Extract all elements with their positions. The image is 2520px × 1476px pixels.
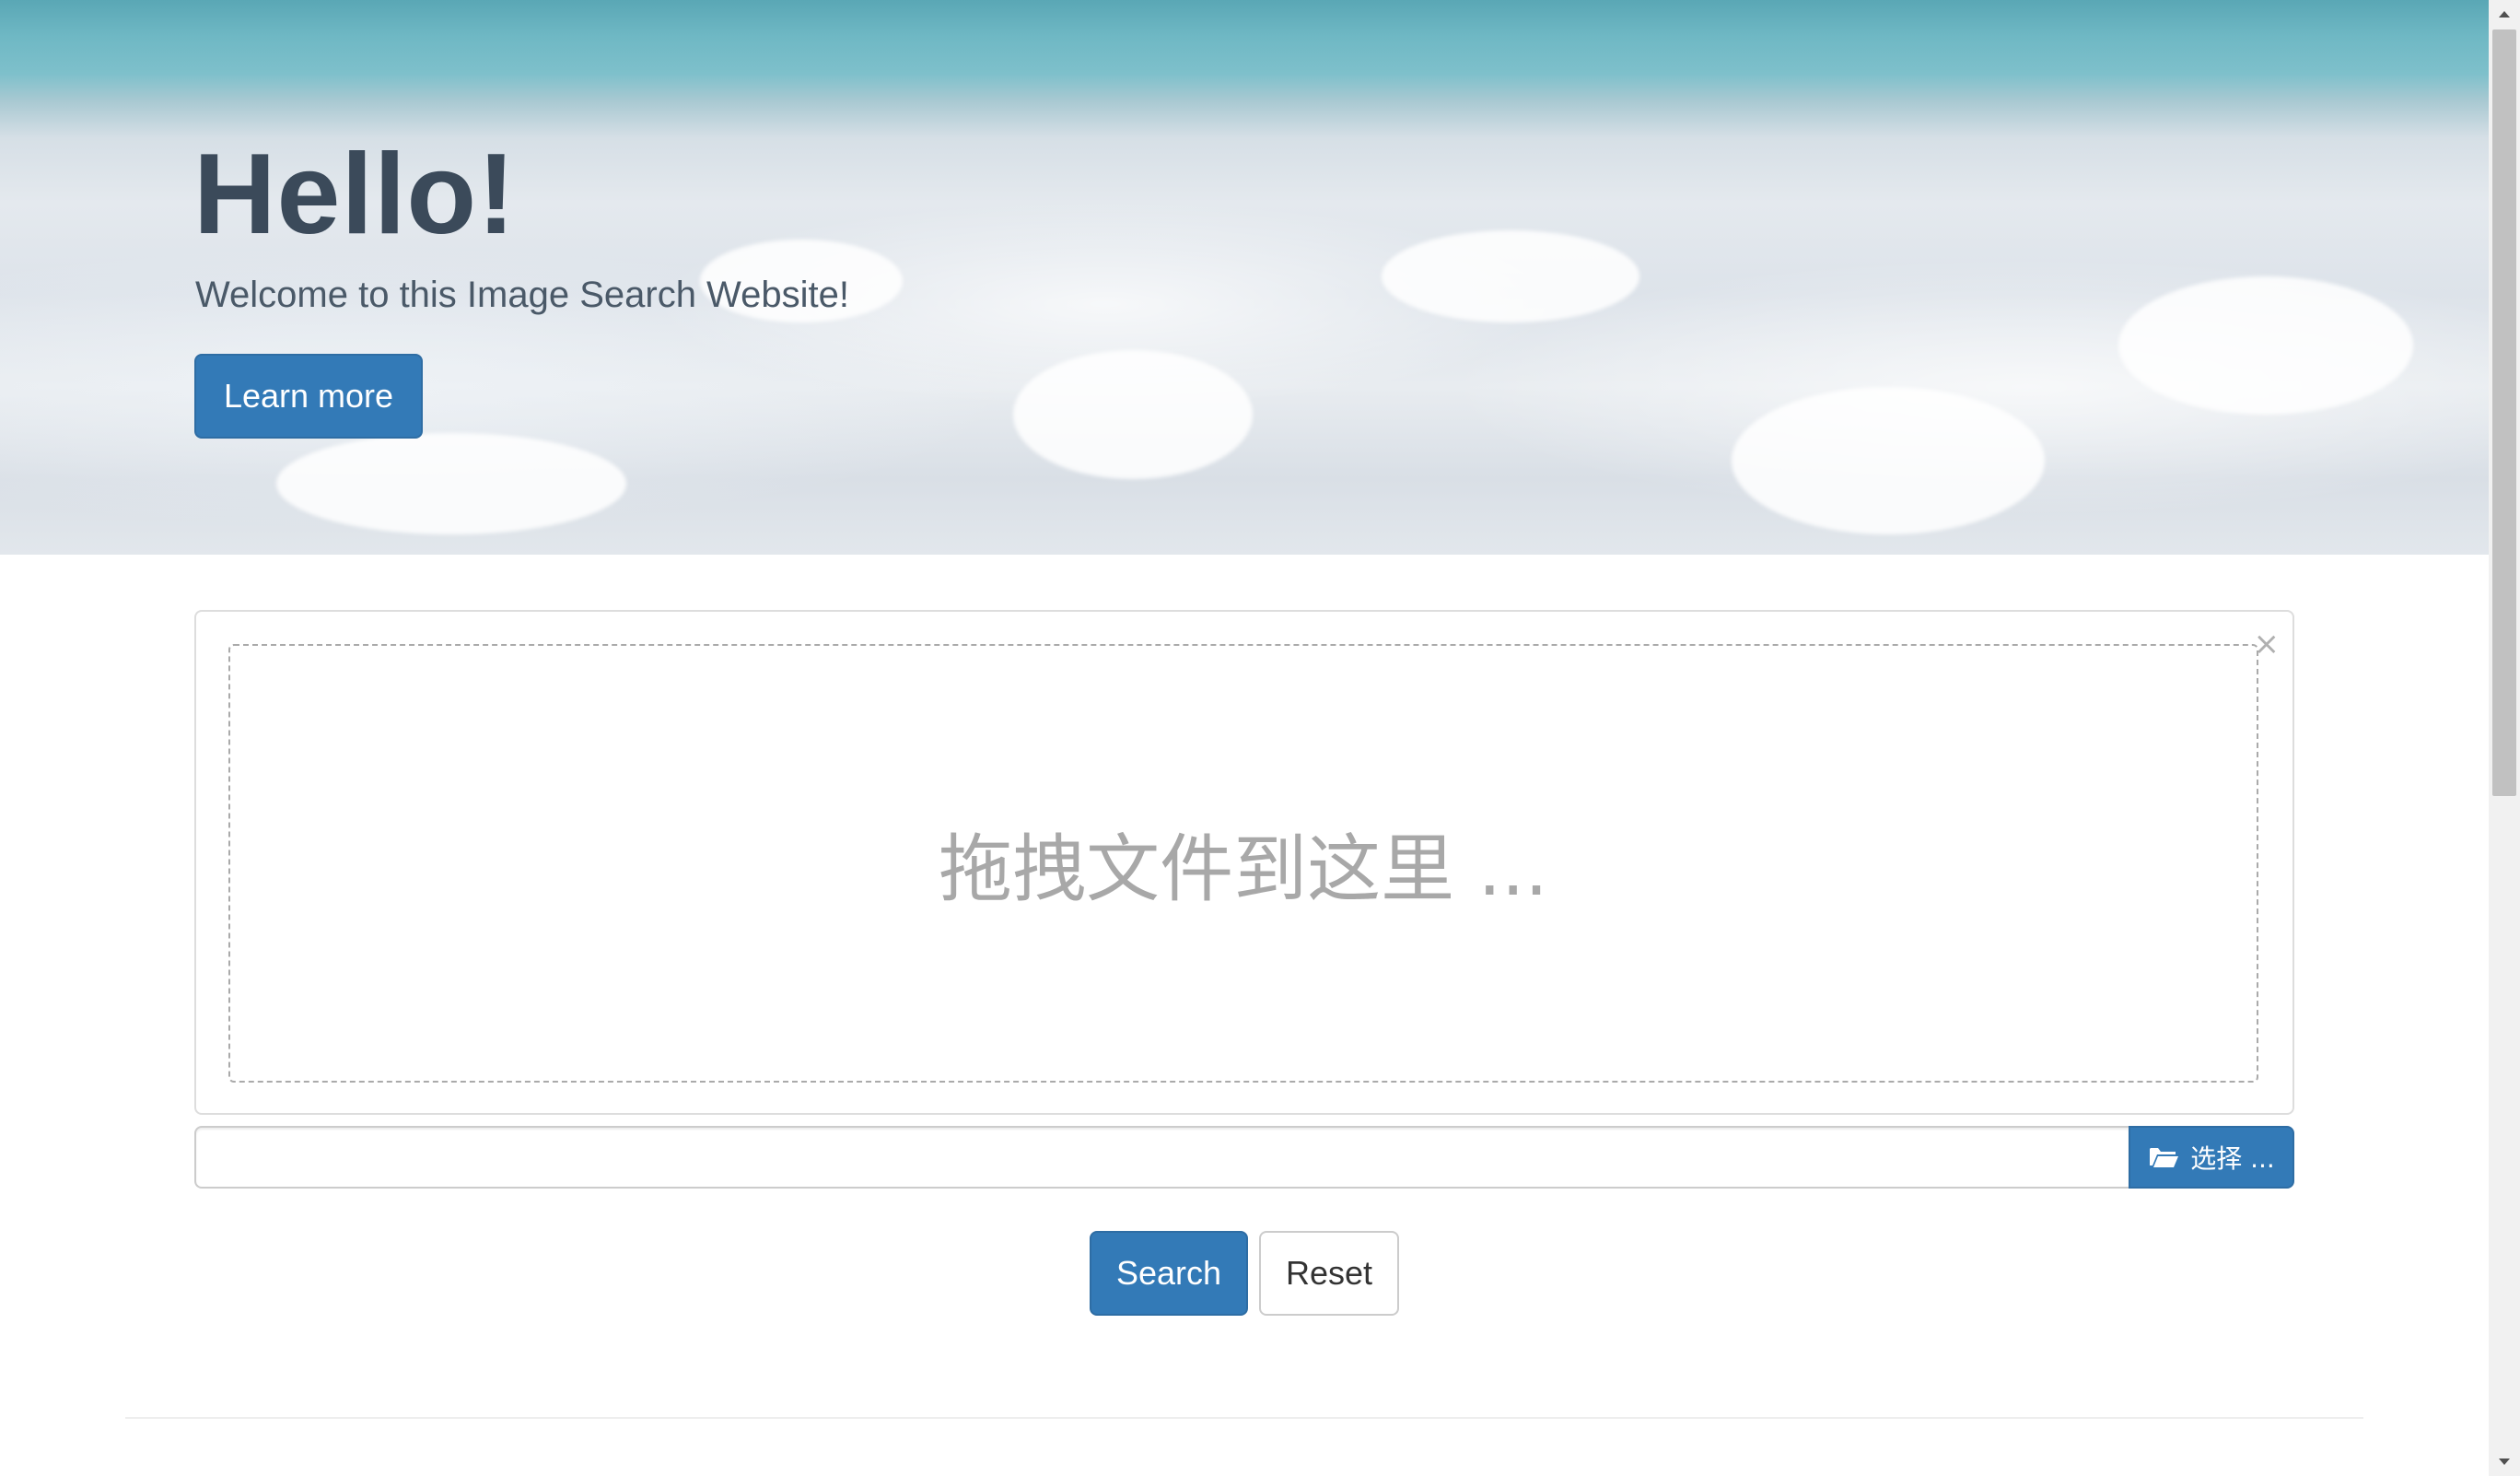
hero-subtitle: Welcome to this Image Search Website! xyxy=(195,275,849,315)
file-preview-panel: × 拖拽文件到这里 ... xyxy=(194,610,2294,1115)
file-caption-field[interactable] xyxy=(194,1126,2129,1189)
drop-zone-text: 拖拽文件到这里 ... xyxy=(939,826,1548,912)
hero-banner: Hello! Welcome to this Image Search Webs… xyxy=(0,0,2489,555)
learn-more-button[interactable]: Learn more xyxy=(194,354,423,439)
browse-button-label: 选择 ... xyxy=(2190,1143,2275,1174)
scrollbar-thumb[interactable] xyxy=(2492,29,2516,796)
file-drop-zone[interactable]: 拖拽文件到这里 ... xyxy=(228,644,2258,1083)
vertical-scrollbar[interactable] xyxy=(2489,0,2520,1476)
page: Hello! Welcome to this Image Search Webs… xyxy=(0,0,2520,1476)
file-input-group: 选择 ... xyxy=(194,1126,2294,1189)
folder-open-icon xyxy=(2148,1145,2179,1169)
scroll-down-icon[interactable] xyxy=(2489,1448,2520,1476)
reset-button[interactable]: Reset xyxy=(1259,1231,1399,1316)
divider xyxy=(125,1417,2363,1419)
search-button[interactable]: Search xyxy=(1090,1231,1248,1316)
browse-button[interactable]: 选择 ... xyxy=(2129,1126,2294,1189)
scroll-up-icon[interactable] xyxy=(2489,0,2520,28)
hero-title: Hello! xyxy=(193,131,517,258)
form-actions: Search Reset xyxy=(1090,1231,1399,1316)
